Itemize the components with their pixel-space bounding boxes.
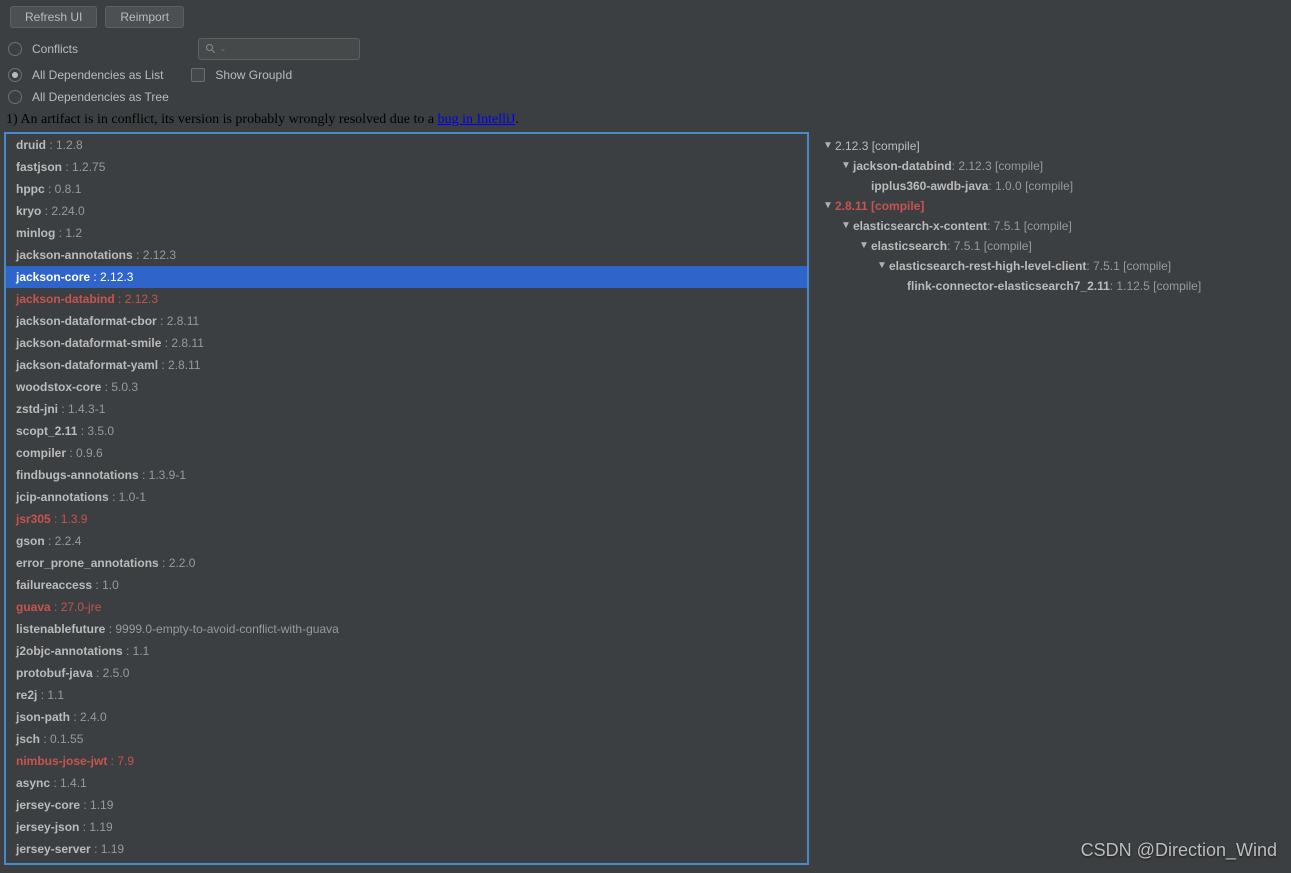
dependency-tree[interactable]: ▼2.12.3 [compile]▼jackson-databind : 2.1… (815, 132, 1287, 865)
dependency-row[interactable]: hppc : 0.8.1 (6, 178, 807, 200)
dependency-row[interactable]: findbugs-annotations : 1.3.9-1 (6, 464, 807, 486)
dependency-row[interactable]: error_prone_annotations : 2.2.0 (6, 552, 807, 574)
dependency-row[interactable]: jersey-json : 1.19 (6, 816, 807, 838)
tree-row[interactable]: ipplus360-awdb-java : 1.0.0 [compile] (815, 176, 1287, 196)
split-panes: druid : 1.2.8fastjson : 1.2.75hppc : 0.8… (0, 132, 1291, 865)
dependency-row[interactable]: jersey-servlet : 1.19 (6, 860, 807, 865)
dependency-row[interactable]: woodstox-core : 5.0.3 (6, 376, 807, 398)
dependency-row[interactable]: jackson-annotations : 2.12.3 (6, 244, 807, 266)
radio-conflicts[interactable] (8, 42, 22, 56)
dependency-row[interactable]: jersey-server : 1.19 (6, 838, 807, 860)
dependency-row[interactable]: async : 1.4.1 (6, 772, 807, 794)
dependency-row[interactable]: compiler : 0.9.6 (6, 442, 807, 464)
tree-row[interactable]: flink-connector-elasticsearch7_2.11 : 1.… (815, 276, 1287, 296)
dependency-row[interactable]: jackson-core : 2.12.3 (6, 266, 807, 288)
dependency-row[interactable]: jsch : 0.1.55 (6, 728, 807, 750)
bug-link[interactable]: bug in IntelliJ (438, 112, 516, 127)
dependency-row[interactable]: nimbus-jose-jwt : 7.9 (6, 750, 807, 772)
tree-row[interactable]: ▼elasticsearch : 7.5.1 [compile] (815, 236, 1287, 256)
tree-row[interactable]: ▼2.12.3 [compile] (815, 136, 1287, 156)
radio-all-tree[interactable] (8, 90, 22, 104)
dependency-row[interactable]: jersey-core : 1.19 (6, 794, 807, 816)
dependency-row[interactable]: jackson-dataformat-smile : 2.8.11 (6, 332, 807, 354)
dependency-row[interactable]: druid : 1.2.8 (6, 134, 807, 156)
dependency-row[interactable]: jackson-databind : 2.12.3 (6, 288, 807, 310)
tree-row[interactable]: ▼2.8.11 [compile] (815, 196, 1287, 216)
tree-row[interactable]: ▼elasticsearch-rest-high-level-client : … (815, 256, 1287, 276)
label-conflicts: Conflicts (32, 42, 78, 56)
dependency-row[interactable]: json-path : 2.4.0 (6, 706, 807, 728)
options-panel: Conflicts - All Dependencies as List Sho… (0, 30, 1291, 110)
dependency-row[interactable]: re2j : 1.1 (6, 684, 807, 706)
dependency-row[interactable]: listenablefuture : 9999.0-empty-to-avoid… (6, 618, 807, 640)
dependency-row[interactable]: jcip-annotations : 1.0-1 (6, 486, 807, 508)
tree-row[interactable]: ▼elasticsearch-x-content : 7.5.1 [compil… (815, 216, 1287, 236)
dependency-row[interactable]: jsr305 : 1.3.9 (6, 508, 807, 530)
dependency-row[interactable]: jackson-dataformat-yaml : 2.8.11 (6, 354, 807, 376)
dependency-row[interactable]: failureaccess : 1.0 (6, 574, 807, 596)
reimport-button[interactable]: Reimport (105, 6, 184, 28)
dependency-row[interactable]: minlog : 1.2 (6, 222, 807, 244)
label-all-tree: All Dependencies as Tree (32, 90, 169, 104)
label-all-list: All Dependencies as List (32, 68, 163, 82)
dependency-row[interactable]: j2objc-annotations : 1.1 (6, 640, 807, 662)
refresh-ui-button[interactable]: Refresh UI (10, 6, 97, 28)
search-input[interactable]: - (198, 38, 360, 60)
dependency-row[interactable]: kryo : 2.24.0 (6, 200, 807, 222)
dependency-row[interactable]: gson : 2.2.4 (6, 530, 807, 552)
dependency-row[interactable]: fastjson : 1.2.75 (6, 156, 807, 178)
dependency-list[interactable]: druid : 1.2.8fastjson : 1.2.75hppc : 0.8… (4, 132, 809, 865)
dependency-row[interactable]: zstd-jni : 1.4.3-1 (6, 398, 807, 420)
dependency-row[interactable]: guava : 27.0-jre (6, 596, 807, 618)
radio-all-list[interactable] (8, 68, 22, 82)
tree-row[interactable]: ▼jackson-databind : 2.12.3 [compile] (815, 156, 1287, 176)
label-show-groupid: Show GroupId (215, 68, 292, 82)
conflict-message: 1) An artifact is in conflict, its versi… (0, 110, 1291, 132)
search-icon (205, 43, 217, 55)
dependency-row[interactable]: protobuf-java : 2.5.0 (6, 662, 807, 684)
dependency-row[interactable]: jackson-dataformat-cbor : 2.8.11 (6, 310, 807, 332)
toolbar: Refresh UI Reimport (0, 0, 1291, 30)
dependency-row[interactable]: scopt_2.11 : 3.5.0 (6, 420, 807, 442)
checkbox-show-groupid[interactable] (191, 68, 205, 82)
